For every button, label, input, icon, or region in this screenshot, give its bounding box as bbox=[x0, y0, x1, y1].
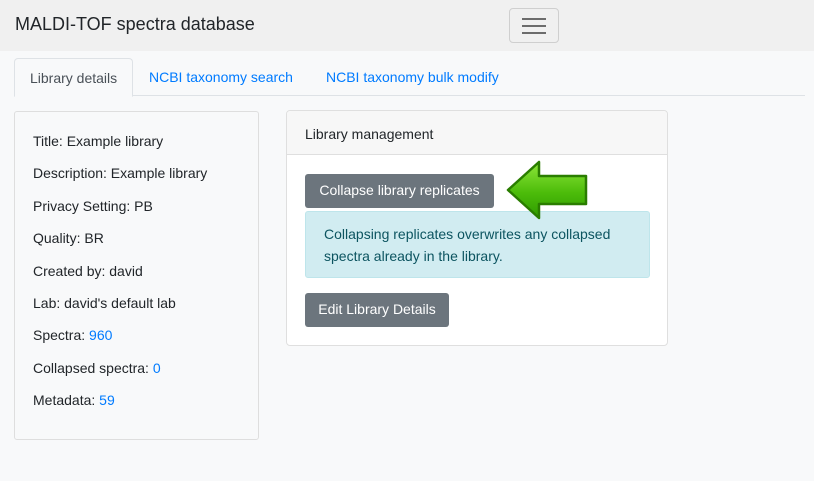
library-info-card: Title: Example library Description: Exam… bbox=[14, 111, 259, 440]
collapsed-spectra-count-link[interactable]: 0 bbox=[153, 360, 161, 376]
edit-library-details-button[interactable]: Edit Library Details bbox=[305, 293, 449, 327]
collapsed-spectra-label: Collapsed spectra: bbox=[33, 360, 153, 376]
library-spectra: Spectra: 960 bbox=[33, 327, 112, 343]
spectra-count-link[interactable]: 960 bbox=[89, 327, 112, 343]
tab-ncbi-taxonomy-bulk-modify[interactable]: NCBI taxonomy bulk modify bbox=[326, 58, 499, 96]
library-management-title: Library management bbox=[305, 126, 434, 142]
green-left-arrow-icon bbox=[506, 160, 588, 220]
library-title: Title: Example library bbox=[33, 133, 164, 149]
app-title[interactable]: MALDI-TOF spectra database bbox=[15, 14, 255, 35]
library-collapsed-spectra: Collapsed spectra: 0 bbox=[33, 360, 161, 376]
tab-library-details[interactable]: Library details bbox=[14, 58, 134, 97]
collapse-info-alert: Collapsing replicates overwrites any col… bbox=[305, 211, 650, 278]
spectra-label: Spectra: bbox=[33, 327, 90, 343]
hamburger-menu-icon-bar bbox=[522, 32, 546, 34]
metadata-label: Metadata: bbox=[33, 392, 100, 408]
tab-bar: Library details NCBI taxonomy search NCB… bbox=[14, 58, 805, 97]
library-created-by: Created by: david bbox=[33, 263, 143, 279]
library-quality: Quality: BR bbox=[33, 230, 104, 246]
menu-toggle-button[interactable] bbox=[509, 8, 559, 43]
hamburger-menu-icon bbox=[522, 18, 546, 20]
collapse-library-replicates-button[interactable]: Collapse library replicates bbox=[305, 174, 494, 208]
top-navbar: MALDI-TOF spectra database bbox=[0, 0, 814, 51]
library-management-header: Library management bbox=[287, 111, 667, 155]
library-description: Description: Example library bbox=[33, 165, 208, 181]
library-management-card: Library management Collapse library repl… bbox=[286, 110, 668, 346]
library-metadata: Metadata: 59 bbox=[33, 392, 115, 408]
library-lab: Lab: david's default lab bbox=[33, 295, 176, 311]
library-privacy-setting: Privacy Setting: PB bbox=[33, 198, 153, 214]
metadata-count-link[interactable]: 59 bbox=[99, 392, 115, 408]
hamburger-menu-icon-bar bbox=[522, 25, 546, 27]
tab-ncbi-taxonomy-search[interactable]: NCBI taxonomy search bbox=[149, 58, 293, 96]
